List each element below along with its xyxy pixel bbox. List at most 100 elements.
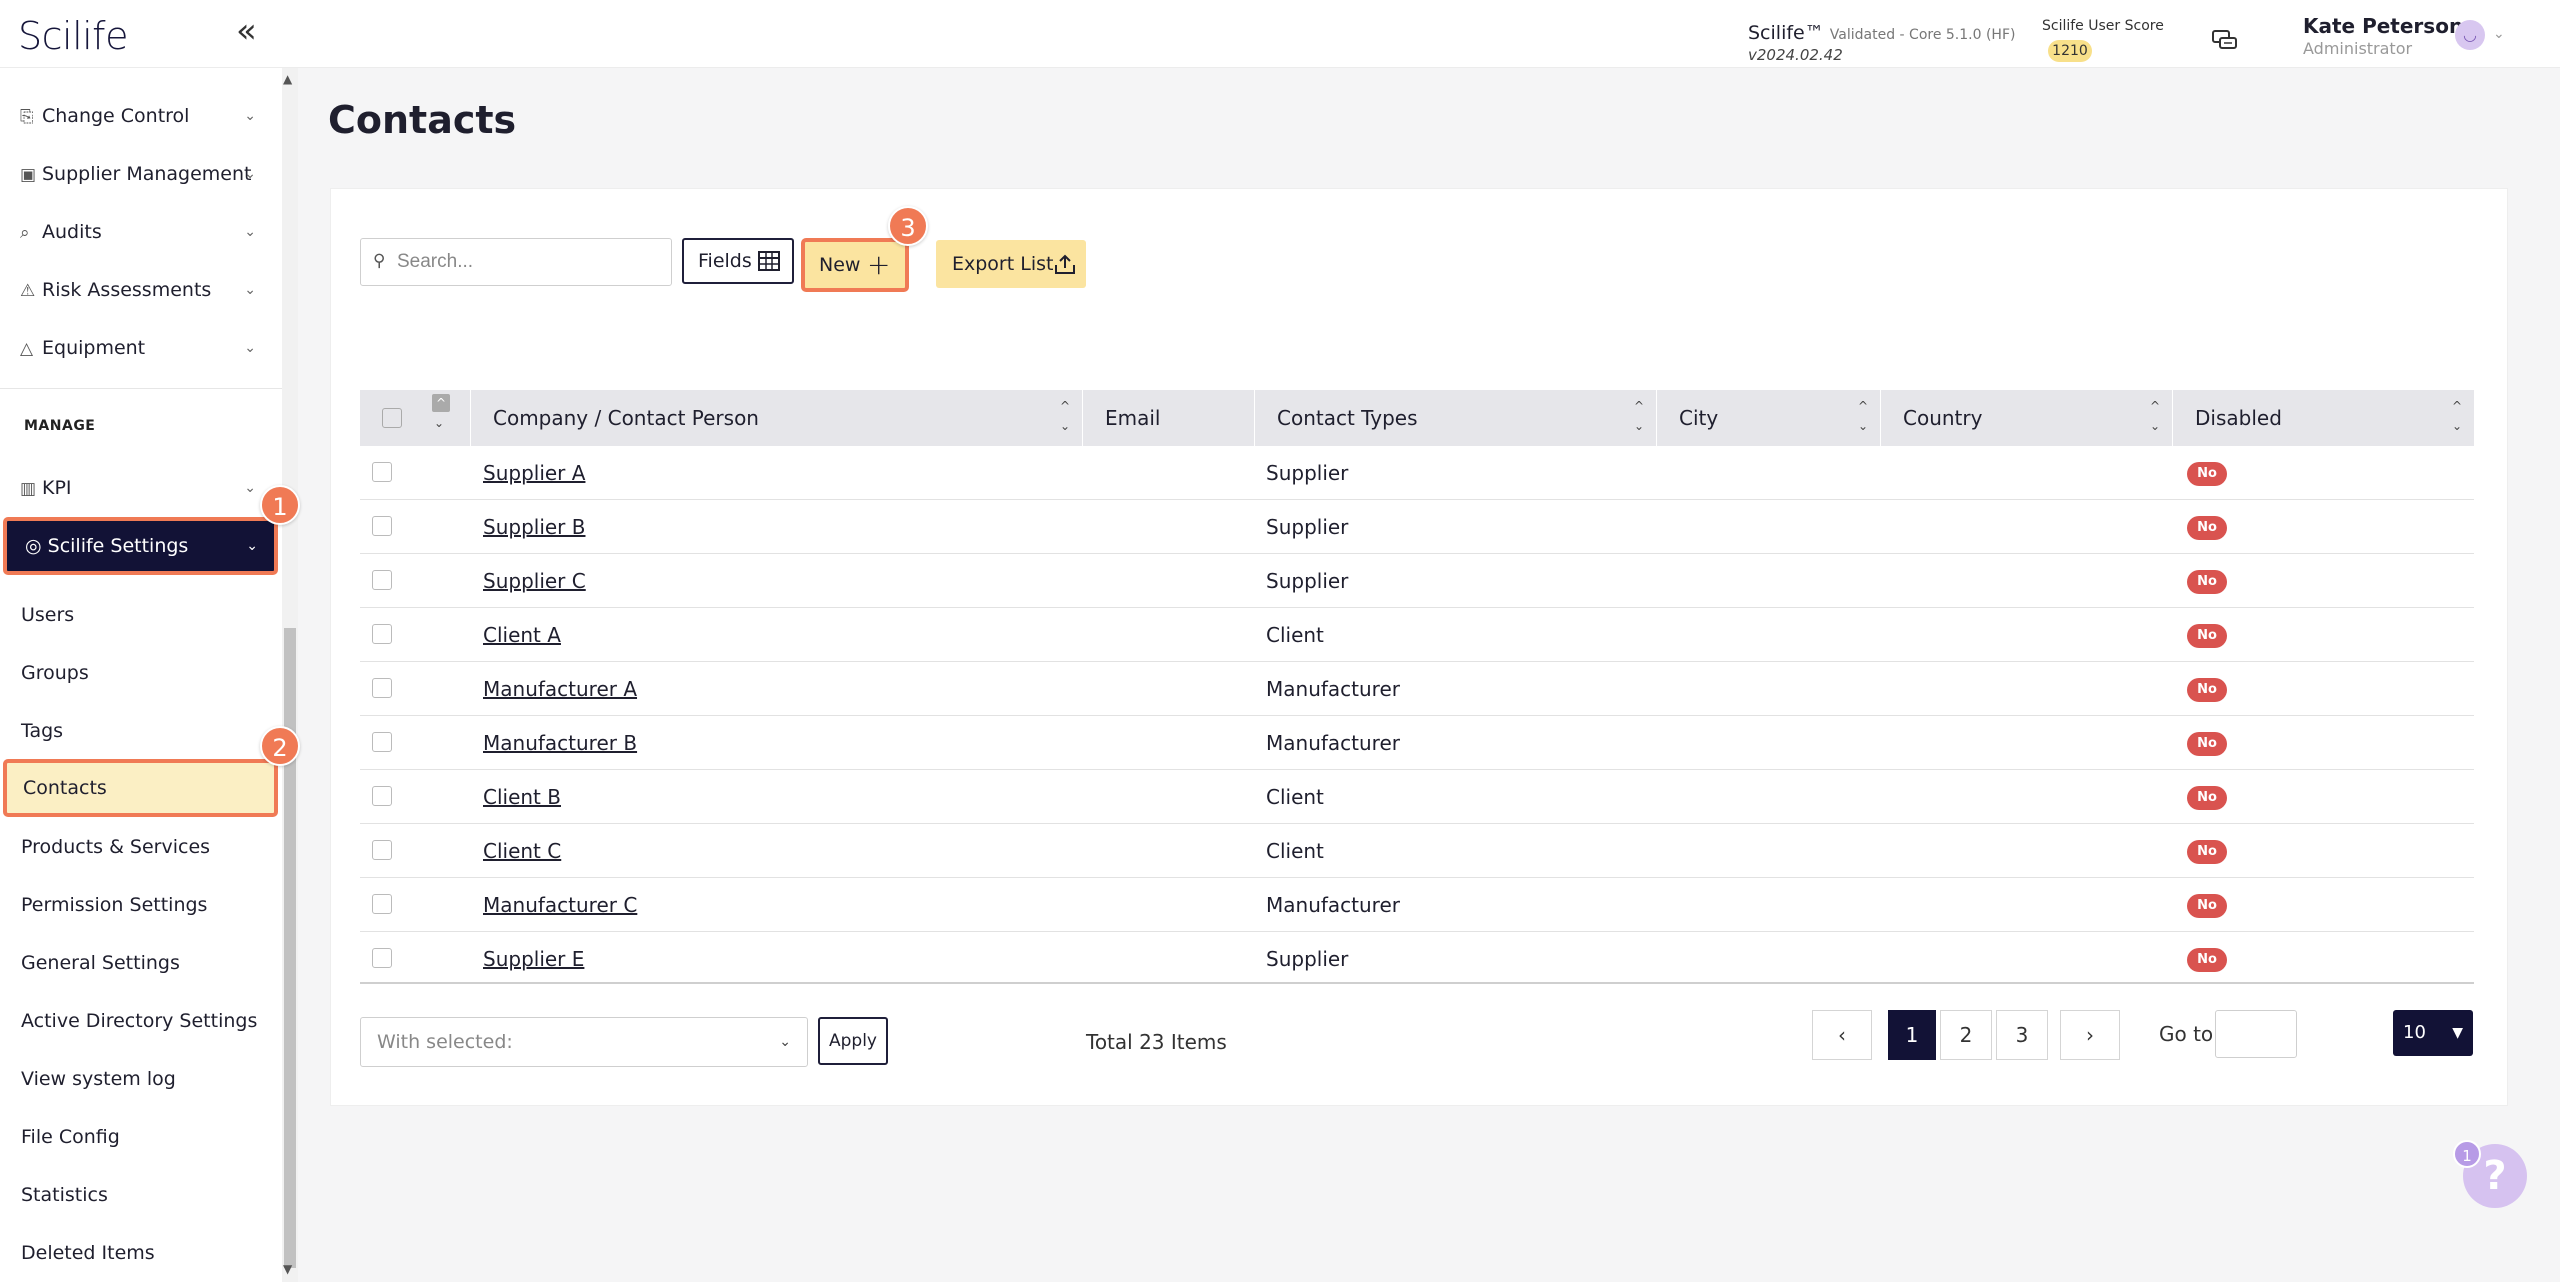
contact-link[interactable]: Supplier B [483, 500, 585, 554]
sidebar-item-kpi[interactable]: ▥ KPI ⌄ [20, 468, 260, 508]
chat-icon[interactable] [2212, 30, 2238, 52]
scroll-down-icon[interactable]: ▼ [283, 1262, 292, 1276]
contact-link[interactable]: Manufacturer A [483, 662, 637, 716]
search-input[interactable] [397, 247, 657, 277]
column-email[interactable]: Email [1082, 390, 1254, 446]
chevron-down-icon: ⌄ [246, 538, 258, 554]
sidebar-item-label: Audits [42, 221, 102, 243]
sidebar-item-products-services[interactable]: Products & Services [21, 836, 210, 858]
user-role: Administrator [2303, 39, 2413, 58]
scroll-up-icon[interactable]: ▲ [283, 72, 292, 86]
sort-icon[interactable]: ^ ⌄ [1060, 396, 1070, 436]
status-badge: No [2187, 516, 2227, 540]
sidebar-item-supplier-management[interactable]: ▣ Supplier Management ⌄ [20, 154, 260, 194]
sidebar-item-users[interactable]: Users [21, 604, 74, 626]
row-checkbox[interactable] [372, 678, 392, 698]
contact-type: Manufacturer [1266, 893, 1400, 917]
sidebar-scrollbar-thumb[interactable] [284, 628, 296, 1268]
row-checkbox[interactable] [372, 624, 392, 644]
table-bottom-border [360, 982, 2474, 984]
contact-link[interactable]: Manufacturer B [483, 716, 637, 770]
row-checkbox[interactable] [372, 462, 392, 482]
row-checkbox[interactable] [372, 948, 392, 968]
goto-page-input[interactable] [2215, 1010, 2297, 1058]
new-contact-button[interactable]: New + [801, 238, 909, 292]
select-all-checkbox[interactable] [382, 408, 402, 428]
sidebar-item-permission-settings[interactable]: Permission Settings [21, 894, 207, 916]
row-checkbox[interactable] [372, 732, 392, 752]
column-contact-types[interactable]: Contact Types ^ ⌄ [1254, 390, 1656, 446]
page-button-2[interactable]: 2 [1940, 1010, 1992, 1060]
sidebar-item-risk-assessments[interactable]: ⚠ Risk Assessments ⌄ [20, 270, 260, 310]
chevron-down-icon: ⌄ [244, 282, 256, 298]
sort-up-icon[interactable]: ^ [432, 394, 450, 412]
sort-icon[interactable]: ^ ⌄ [2452, 396, 2462, 436]
row-checkbox[interactable] [372, 840, 392, 860]
row-checkbox[interactable] [372, 516, 392, 536]
avatar[interactable]: ◡ [2455, 20, 2485, 50]
column-country[interactable]: Country ^ ⌄ [1880, 390, 2172, 446]
sidebar-item-file-config[interactable]: File Config [21, 1126, 120, 1148]
contact-link[interactable]: Supplier A [483, 446, 585, 500]
row-checkbox[interactable] [372, 786, 392, 806]
column-company[interactable]: Company / Contact Person ^ ⌄ [470, 390, 1082, 446]
user-score-label: Scilife User Score [2042, 18, 2164, 34]
sidebar-item-equipment[interactable]: △ Equipment ⌄ [20, 328, 260, 368]
sidebar-item-label: Scilife Settings [47, 535, 189, 557]
sort-icon[interactable]: ^ ⌄ [2150, 396, 2160, 436]
column-label: Email [1105, 406, 1161, 430]
search-box[interactable]: ⚲ [360, 238, 672, 286]
sidebar-item-groups[interactable]: Groups [21, 662, 89, 684]
plus-icon: + [867, 248, 891, 281]
sidebar-item-deleted-items[interactable]: Deleted Items [21, 1242, 155, 1264]
contact-type: Manufacturer [1266, 677, 1400, 701]
next-page-icon[interactable]: › [2060, 1010, 2120, 1060]
scilife-logo[interactable]: Scilife [18, 14, 128, 58]
apply-button[interactable]: Apply [818, 1017, 888, 1065]
sidebar-item-label: Change Control [42, 105, 190, 127]
table-row: Supplier C Supplier No [360, 554, 2474, 608]
contact-link[interactable]: Supplier E [483, 932, 584, 986]
sidebar-item-change-control[interactable]: ⎘ Change Control ⌄ [20, 96, 260, 136]
total-items: Total 23 Items [1086, 1030, 1227, 1054]
status-badge: No [2187, 948, 2227, 972]
sidebar-item-audits[interactable]: ⌕ Audits ⌄ [20, 212, 260, 252]
sidebar-item-contacts[interactable]: Contacts [3, 759, 278, 817]
sidebar-item-scilife-settings[interactable]: ◎ Scilife Settings ⌄ [3, 517, 278, 575]
row-checkbox[interactable] [372, 570, 392, 590]
contact-type: Client [1266, 785, 1324, 809]
collapse-sidebar-icon[interactable]: « [236, 14, 257, 48]
table-row: Supplier B Supplier No [360, 500, 2474, 554]
sort-icon[interactable]: ^ ⌄ [1858, 396, 1868, 436]
sidebar-item-system-log[interactable]: View system log [21, 1068, 176, 1090]
status-badge: No [2187, 624, 2227, 648]
row-checkbox[interactable] [372, 894, 392, 914]
column-disabled[interactable]: Disabled ^ ⌄ [2172, 390, 2474, 446]
sidebar-item-tags[interactable]: Tags [21, 720, 63, 742]
contact-link[interactable]: Client A [483, 608, 561, 662]
page-button-1[interactable]: 1 [1888, 1010, 1936, 1060]
column-city[interactable]: City ^ ⌄ [1656, 390, 1880, 446]
contact-type: Supplier [1266, 947, 1349, 971]
sidebar-item-statistics[interactable]: Statistics [21, 1184, 108, 1206]
contact-link[interactable]: Manufacturer C [483, 878, 637, 932]
page-size-select[interactable]: 10 ▼ [2393, 1010, 2473, 1056]
prev-page-icon[interactable]: ‹ [1812, 1010, 1872, 1060]
export-list-button[interactable]: Export List [936, 240, 1086, 288]
new-button-label: New [819, 254, 861, 276]
fields-button[interactable]: Fields [682, 238, 794, 284]
chevron-down-icon[interactable]: ⌄ [2493, 26, 2505, 42]
column-label: Country [1903, 406, 1983, 430]
contact-link[interactable]: Client C [483, 824, 561, 878]
page-button-3[interactable]: 3 [1996, 1010, 2048, 1060]
sidebar-item-active-directory[interactable]: Active Directory Settings [21, 1010, 257, 1032]
column-label: City [1679, 406, 1719, 430]
contact-link[interactable]: Client B [483, 770, 561, 824]
sort-icon[interactable]: ^ ⌄ [1634, 396, 1644, 436]
sidebar-item-general-settings[interactable]: General Settings [21, 952, 180, 974]
chevron-down-icon: ⌄ [244, 480, 256, 496]
contact-link[interactable]: Supplier C [483, 554, 586, 608]
user-name[interactable]: Kate Peterson [2303, 14, 2463, 38]
sort-down-icon[interactable]: ⌄ [434, 416, 444, 430]
bulk-action-select[interactable]: With selected: ⌄ [360, 1017, 808, 1067]
